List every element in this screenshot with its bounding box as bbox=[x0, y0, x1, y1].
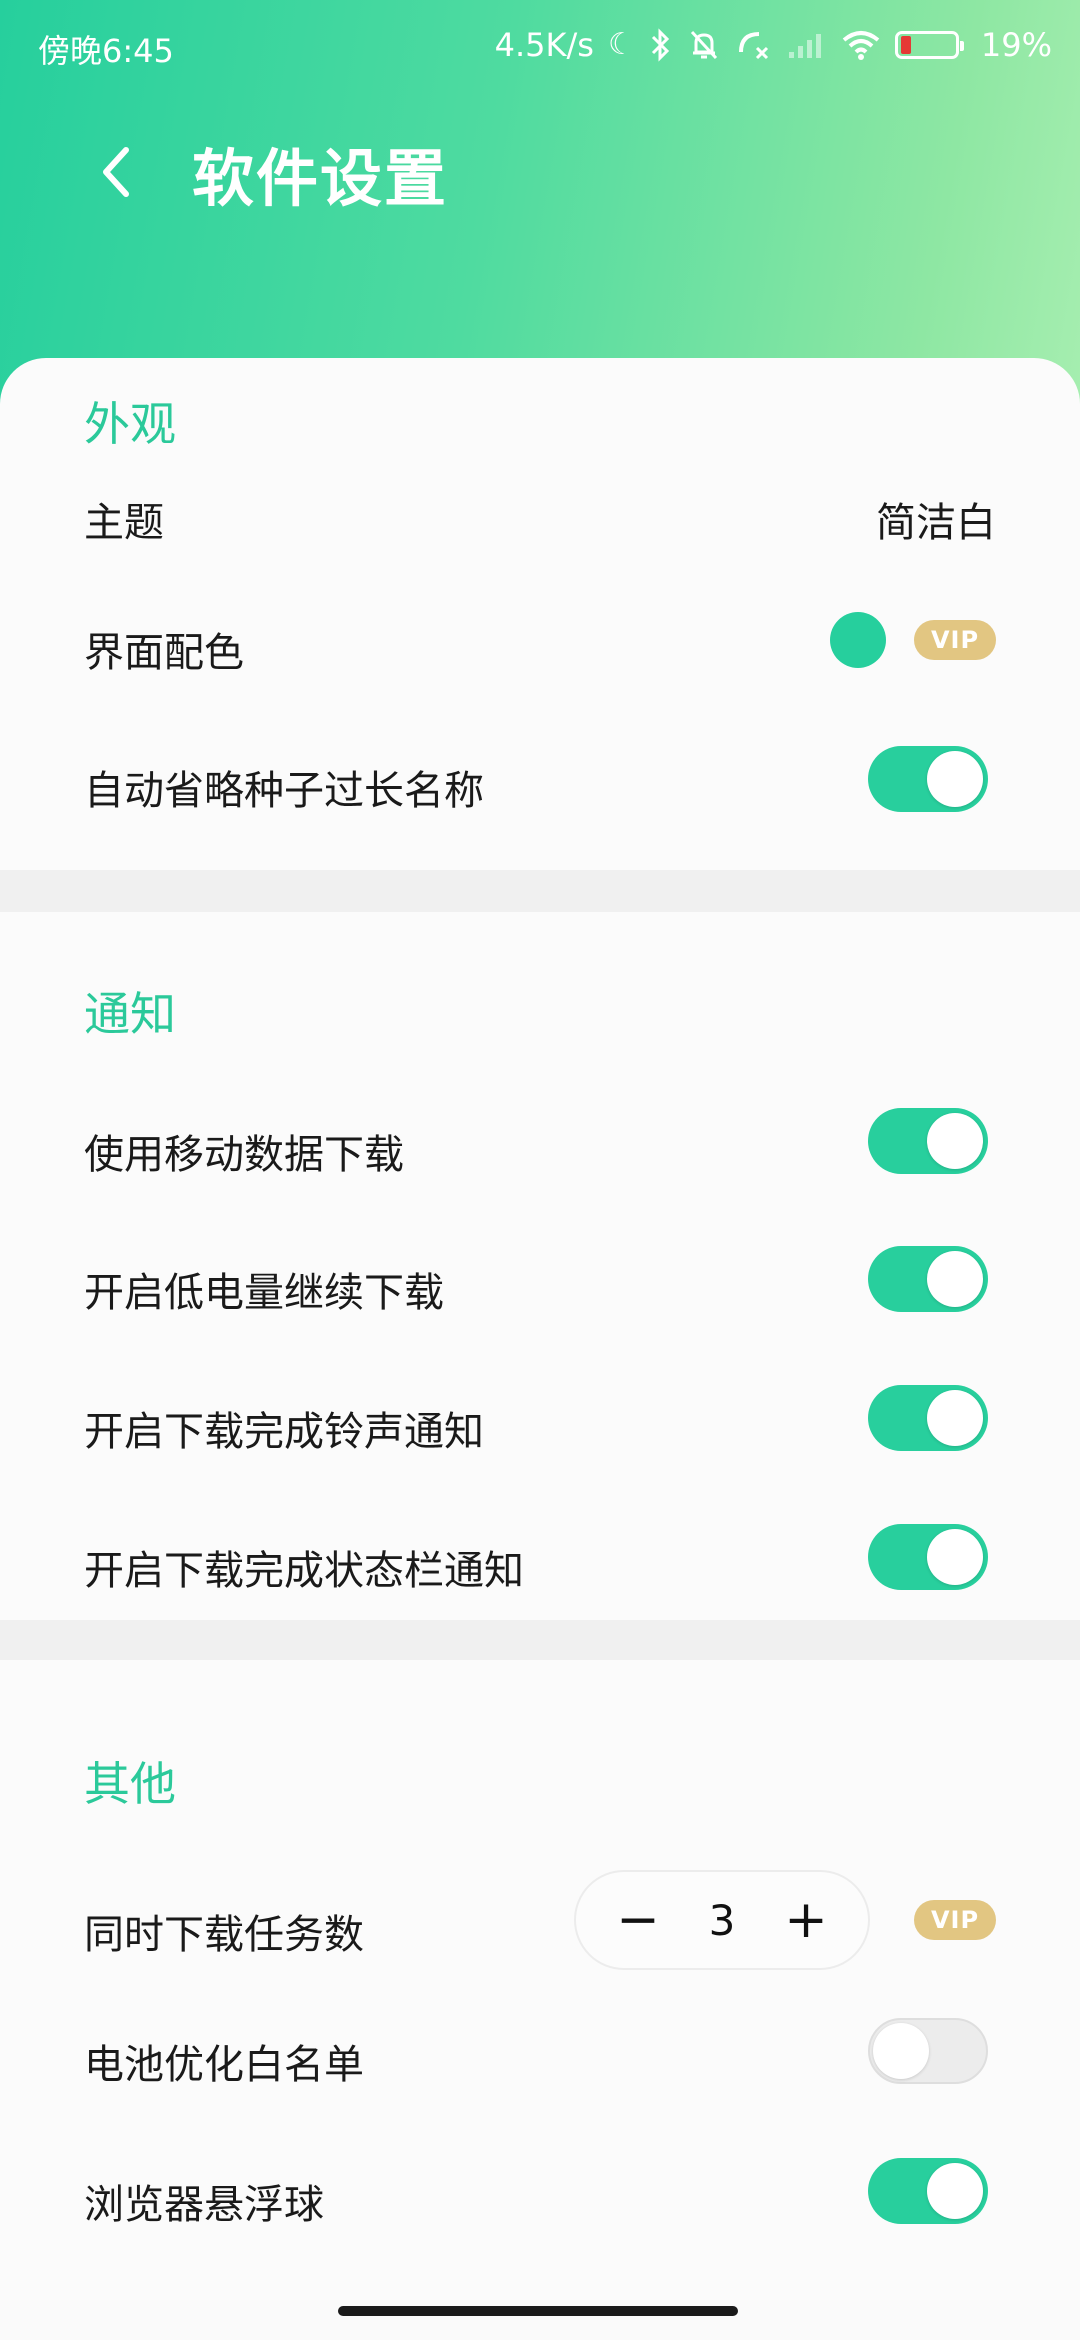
back-arrow-icon bbox=[103, 147, 129, 197]
bell-muted-icon bbox=[690, 30, 717, 60]
toggle-knob bbox=[927, 1251, 983, 1307]
section-title-appearance: 外观 bbox=[84, 397, 176, 451]
appearance-card: 外观 主题 简洁白 界面配色 VIP 自动省略种子过长名称 bbox=[0, 358, 1080, 870]
theme-row[interactable]: 主题 简洁白 bbox=[0, 458, 1080, 562]
toggle-knob bbox=[873, 2023, 929, 2079]
network-speed: 4.5K/s bbox=[494, 26, 594, 64]
truncate-name-toggle[interactable] bbox=[868, 746, 988, 812]
color-swatch[interactable] bbox=[830, 612, 886, 668]
color-row[interactable]: 界面配色 VIP bbox=[0, 586, 1080, 690]
bluetooth-icon bbox=[651, 28, 669, 62]
ringtone-toggle[interactable] bbox=[868, 1385, 988, 1451]
mobile-data-label: 使用移动数据下载 bbox=[84, 1132, 404, 1178]
truncate-name-row: 自动省略种子过长名称 bbox=[0, 722, 1080, 832]
mobile-data-toggle[interactable] bbox=[868, 1108, 988, 1174]
statusbar-notify-toggle[interactable] bbox=[868, 1524, 988, 1590]
battery-percent: 19% bbox=[980, 26, 1052, 64]
page-title: 软件设置 bbox=[192, 142, 449, 215]
toggle-knob bbox=[927, 751, 983, 807]
theme-label: 主题 bbox=[84, 500, 164, 546]
concurrent-tasks-row: 同时下载任务数 − 3 + VIP bbox=[0, 1868, 1080, 1974]
section-title-other: 其他 bbox=[84, 1757, 176, 1811]
wifi-icon bbox=[842, 31, 880, 60]
battery-whitelist-row: 电池优化白名单 bbox=[0, 1996, 1080, 2106]
call-missed-icon bbox=[738, 32, 768, 60]
low-battery-row: 开启低电量继续下载 bbox=[0, 1224, 1080, 1334]
concurrent-tasks-stepper: − 3 + bbox=[574, 1870, 870, 1970]
section-divider bbox=[0, 1620, 1080, 1660]
moon-icon: ☾ bbox=[607, 27, 635, 62]
floating-ball-row: 浏览器悬浮球 bbox=[0, 2134, 1080, 2244]
concurrent-tasks-label: 同时下载任务数 bbox=[84, 1912, 364, 1958]
low-battery-toggle[interactable] bbox=[868, 1246, 988, 1312]
vip-badge: VIP bbox=[914, 620, 996, 660]
battery-whitelist-toggle[interactable] bbox=[868, 2018, 988, 2084]
truncate-name-label: 自动省略种子过长名称 bbox=[84, 768, 484, 814]
toggle-knob bbox=[927, 1390, 983, 1446]
decrement-button[interactable]: − bbox=[616, 1894, 660, 1946]
mobile-data-row: 使用移动数据下载 bbox=[0, 1086, 1080, 1196]
ringtone-row: 开启下载完成铃声通知 bbox=[0, 1363, 1080, 1473]
notification-card: 通知 使用移动数据下载 开启低电量继续下载 开启下载完成铃声通知 开启下载完成状… bbox=[0, 912, 1080, 1620]
section-title-notify: 通知 bbox=[84, 987, 176, 1041]
increment-button[interactable]: + bbox=[784, 1894, 828, 1946]
statusbar-notify-label: 开启下载完成状态栏通知 bbox=[84, 1548, 524, 1594]
other-card: 其他 同时下载任务数 − 3 + VIP 电池优化白名单 浏览器悬浮球 bbox=[0, 1660, 1080, 2300]
statusbar-notify-row: 开启下载完成状态栏通知 bbox=[0, 1502, 1080, 1612]
toggle-knob bbox=[927, 2163, 983, 2219]
floating-ball-label: 浏览器悬浮球 bbox=[84, 2182, 324, 2228]
battery-whitelist-label: 电池优化白名单 bbox=[84, 2042, 364, 2088]
toggle-knob bbox=[927, 1113, 983, 1169]
low-battery-label: 开启低电量继续下载 bbox=[84, 1270, 444, 1316]
color-label: 界面配色 bbox=[84, 630, 244, 676]
section-divider bbox=[0, 870, 1080, 912]
back-button[interactable] bbox=[86, 132, 146, 212]
toggle-knob bbox=[927, 1529, 983, 1585]
floating-ball-toggle[interactable] bbox=[868, 2158, 988, 2224]
concurrent-tasks-value: 3 bbox=[708, 1895, 736, 1945]
battery-icon bbox=[894, 31, 964, 59]
ringtone-label: 开启下载完成铃声通知 bbox=[84, 1409, 484, 1455]
home-indicator[interactable] bbox=[338, 2306, 738, 2316]
status-icons: 4.5K/s ☾ 19% bbox=[495, 26, 1052, 64]
status-bar: 傍晚6:45 4.5K/s ☾ 19% bbox=[0, 0, 1080, 92]
theme-value: 简洁白 bbox=[876, 500, 996, 546]
status-time: 傍晚6:45 bbox=[38, 32, 174, 70]
vip-badge: VIP bbox=[914, 1900, 996, 1940]
signal-icon bbox=[788, 34, 821, 58]
